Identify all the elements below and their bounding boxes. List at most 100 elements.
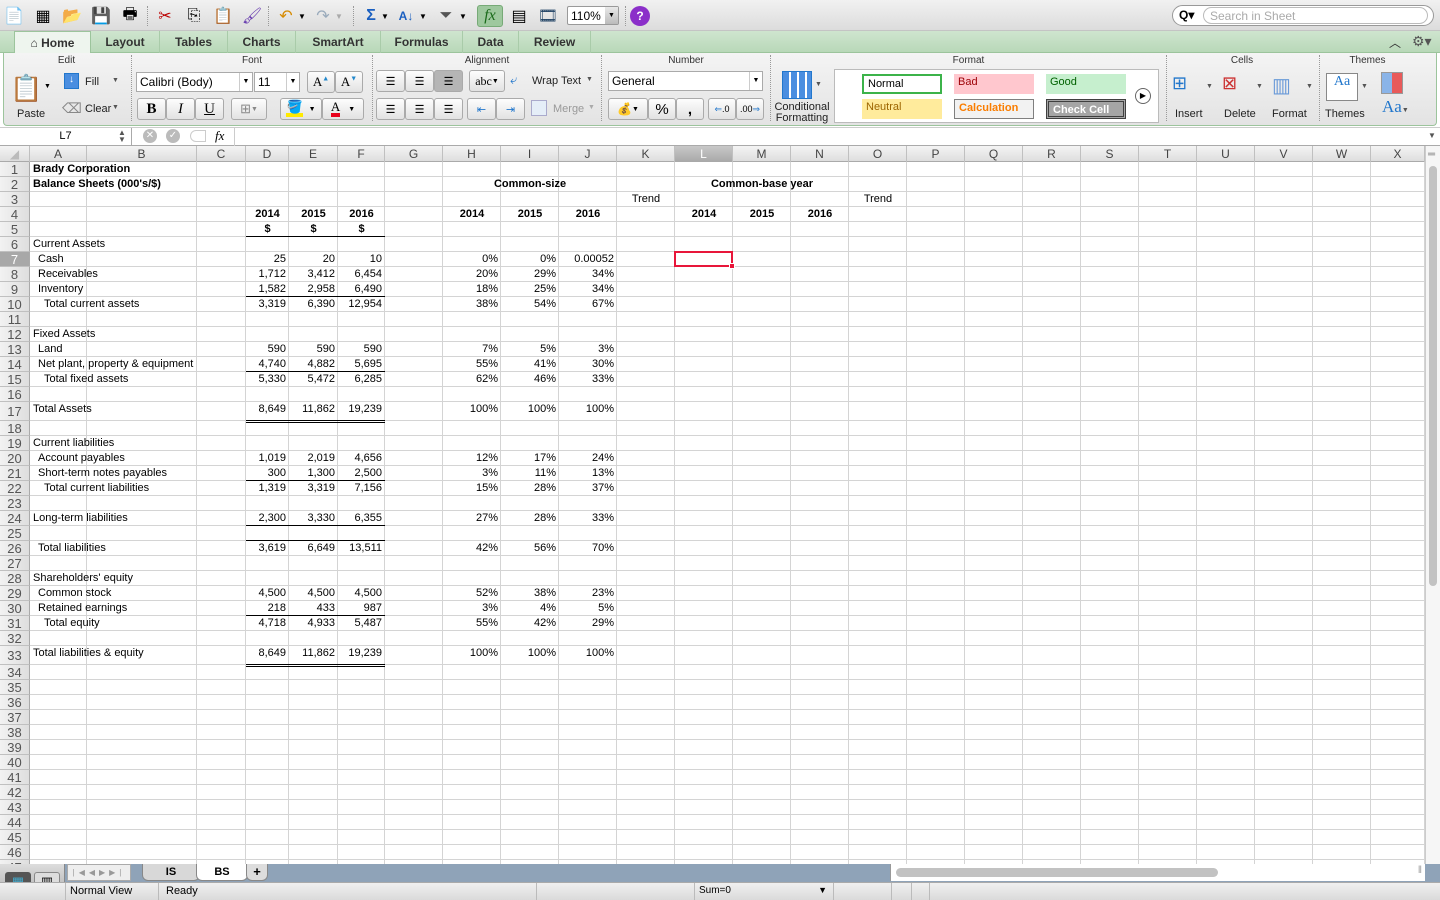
common-size-cell[interactable]: 30% — [559, 357, 617, 372]
show-gallery-icon[interactable]: ▤ — [508, 5, 530, 27]
row-header-18[interactable]: 18 — [0, 421, 30, 436]
template-gallery-icon[interactable]: ▦ — [32, 5, 54, 27]
row-label[interactable]: Total liabilities & equity — [30, 646, 230, 665]
common-base-year-year-header[interactable]: 2015 — [733, 207, 791, 222]
search-icon[interactable]: Q▾ — [1179, 8, 1194, 22]
zoom-select[interactable]: 110% ▼ — [567, 6, 619, 25]
year-header[interactable]: 2015 — [289, 207, 338, 222]
common-size-cell[interactable]: 41% — [501, 357, 559, 372]
trend-label[interactable]: Trend — [617, 192, 675, 207]
percent-style-button[interactable]: % — [648, 98, 676, 120]
merge-button[interactable]: Merge — [553, 103, 584, 115]
undo-dropdown-icon[interactable]: ▼ — [297, 5, 307, 27]
paste-dropdown-icon[interactable]: ▼ — [44, 83, 51, 90]
formula-builder-icon[interactable]: fx — [477, 5, 503, 27]
row-header-36[interactable]: 36 — [0, 695, 30, 710]
font-name-select[interactable]: Calibri (Body) ▼ — [136, 72, 253, 92]
paste-icon[interactable]: 📋 — [212, 5, 234, 27]
borders-button[interactable]: ⊞ ▼ — [231, 98, 267, 120]
value-cell[interactable]: 7,156 — [338, 481, 385, 496]
common-size-cell[interactable]: 3% — [443, 466, 501, 481]
common-size-cell[interactable]: 3% — [559, 342, 617, 357]
row-header-20[interactable]: 20 — [0, 451, 30, 466]
column-header-m[interactable]: M — [733, 146, 791, 162]
redo-dropdown-icon[interactable]: ▼ — [334, 5, 344, 27]
row-label[interactable]: Net plant, property & equipment — [30, 357, 230, 372]
row-header-41[interactable]: 41 — [0, 770, 30, 785]
horizontal-scrollbar[interactable]: ‖ — [890, 864, 1425, 881]
selected-cell[interactable] — [674, 251, 735, 269]
autosum-icon[interactable]: Σ — [360, 5, 382, 27]
common-size-cell[interactable]: 34% — [559, 267, 617, 282]
common-size-cell[interactable]: 18% — [443, 282, 501, 297]
value-cell[interactable]: 4,718 — [246, 616, 289, 631]
font-size-select[interactable]: 11 ▼ — [254, 72, 300, 92]
common-size-cell[interactable]: 46% — [501, 372, 559, 387]
currency-header[interactable]: $ — [289, 222, 338, 237]
column-header-c[interactable]: C — [197, 146, 246, 162]
value-cell[interactable]: 4,740 — [246, 357, 289, 372]
row-header-25[interactable]: 25 — [0, 526, 30, 541]
common-size-cell[interactable]: 42% — [501, 616, 559, 631]
tab-layout[interactable]: Layout — [91, 31, 160, 53]
cut-icon[interactable]: ✂ — [154, 5, 176, 27]
number-format-select[interactable]: General ▼ — [608, 71, 763, 91]
currency-header[interactable]: $ — [338, 222, 385, 237]
theme-fonts-button[interactable]: Aa▼ — [1382, 97, 1409, 117]
value-cell[interactable]: 300 — [246, 466, 289, 481]
row-header-17[interactable]: 17 — [0, 402, 30, 421]
sum-indicator[interactable]: Sum=0 ▼ — [694, 883, 834, 900]
row-header-4[interactable]: 4 — [0, 207, 30, 222]
value-cell[interactable]: 25 — [246, 252, 289, 267]
common-size-cell[interactable]: 33% — [559, 372, 617, 387]
common-size-cell[interactable]: 70% — [559, 541, 617, 556]
row-label[interactable]: Fixed Assets — [30, 327, 230, 342]
value-cell[interactable]: 6,285 — [338, 372, 385, 387]
comma-style-button[interactable]: , — [676, 98, 704, 120]
align-top-button[interactable]: ☰ — [376, 70, 405, 92]
common-size-cell[interactable]: 5% — [501, 342, 559, 357]
common-size-cell[interactable]: 29% — [501, 267, 559, 282]
value-cell[interactable]: 5,330 — [246, 372, 289, 387]
row-header-35[interactable]: 35 — [0, 680, 30, 695]
value-cell[interactable]: 4,656 — [338, 451, 385, 466]
spreadsheet-grid[interactable]: ◢ A B C D E F G H I J K L M N O P Q R S T U V W X 1 2 3 4 5 6 7 8 9 10 11 1… — [0, 146, 1425, 864]
font-color-button[interactable]: A ▼ — [322, 98, 364, 120]
row-label[interactable]: Total liabilities — [30, 541, 230, 556]
common-size-cell[interactable]: 38% — [501, 586, 559, 601]
redo-icon[interactable]: ↷ — [312, 5, 334, 27]
name-box[interactable]: L7 — [0, 128, 132, 146]
row-header-39[interactable]: 39 — [0, 740, 30, 755]
column-header-o[interactable]: O — [849, 146, 907, 162]
copy-icon[interactable]: ⎘ — [183, 5, 205, 27]
gear-icon[interactable]: ⚙▾ — [1412, 33, 1432, 50]
value-cell[interactable]: 1,019 — [246, 451, 289, 466]
row-header-38[interactable]: 38 — [0, 725, 30, 740]
common-size-cell[interactable]: 13% — [559, 466, 617, 481]
row-label[interactable]: Short-term notes payables — [30, 466, 230, 481]
value-cell[interactable]: 3,412 — [289, 267, 338, 282]
common-size-cell[interactable]: 33% — [559, 511, 617, 526]
value-cell[interactable]: 20 — [289, 252, 338, 267]
common-size-year-header[interactable]: 2016 — [559, 207, 617, 222]
common-size-cell[interactable]: 100% — [443, 402, 501, 421]
sheet-tab-is[interactable]: IS — [142, 864, 200, 881]
common-size-cell[interactable]: 100% — [501, 646, 559, 665]
column-header-l[interactable]: L — [675, 146, 733, 162]
value-cell[interactable]: 2,500 — [338, 466, 385, 481]
column-header-g[interactable]: G — [385, 146, 443, 162]
row-header-23[interactable]: 23 — [0, 496, 30, 511]
value-cell[interactable]: 590 — [289, 342, 338, 357]
value-cell[interactable]: 590 — [338, 342, 385, 357]
value-cell[interactable]: 19,239 — [338, 646, 385, 665]
common-size-cell[interactable]: 0.00052 — [559, 252, 617, 267]
tab-review[interactable]: Review — [519, 31, 591, 53]
row-header-14[interactable]: 14 — [0, 357, 30, 372]
common-size-cell[interactable]: 100% — [443, 646, 501, 665]
value-cell[interactable]: 11,862 — [289, 646, 338, 665]
fill-color-button[interactable]: 🪣 ▼ — [280, 98, 322, 120]
sort-icon[interactable]: A↓ — [395, 5, 417, 27]
confirm-icon[interactable]: ✓ — [166, 129, 180, 143]
row-label[interactable]: Current Assets — [30, 237, 230, 252]
value-cell[interactable]: 10 — [338, 252, 385, 267]
